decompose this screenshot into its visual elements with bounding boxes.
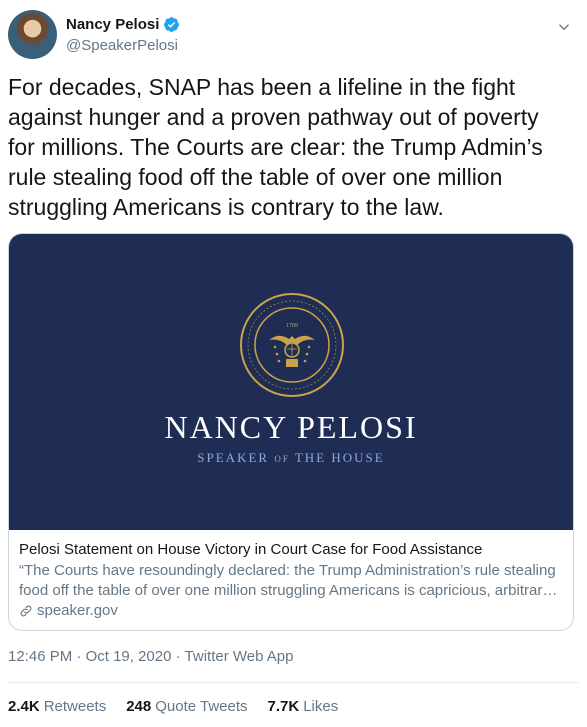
card-brand-sub-1: SPEAKER xyxy=(197,450,270,465)
divider xyxy=(8,682,579,683)
card-brand-subtitle: SPEAKER OF THE HOUSE xyxy=(9,450,573,466)
card-domain-row: speaker.gov xyxy=(19,601,564,621)
quote-tweets-stat[interactable]: 248 Quote Tweets xyxy=(126,698,247,715)
card-title[interactable]: Pelosi Statement on House Victory in Cou… xyxy=(19,540,564,560)
more-chevron-icon[interactable] xyxy=(553,16,575,38)
speaker-seal-icon: 1789 xyxy=(240,293,344,397)
quote-tweets-label: Quote Tweets xyxy=(155,698,248,715)
author-name-row: Nancy Pelosi xyxy=(66,16,180,33)
retweets-count: 2.4K xyxy=(8,698,40,715)
card-body[interactable]: Pelosi Statement on House Victory in Cou… xyxy=(19,540,564,621)
card-description: “The Courts have resoundingly declared: … xyxy=(19,562,556,599)
separator-dot: · xyxy=(76,648,86,665)
quote-tweets-count: 248 xyxy=(126,698,152,715)
likes-label: Likes xyxy=(303,698,339,715)
card-brand-sub-of: OF xyxy=(274,454,290,464)
retweets-label: Retweets xyxy=(43,698,107,715)
tweet-header: Nancy Pelosi @SpeakerPelosi xyxy=(8,8,579,64)
retweets-stat[interactable]: 2.4K Retweets xyxy=(8,698,106,715)
separator-dot: · xyxy=(175,648,185,665)
tweet-date[interactable]: Oct 19, 2020 xyxy=(86,648,172,665)
card-image[interactable]: 1789 NANCY PELOSI SPEAKER OF THE HOUSE xyxy=(9,234,573,530)
svg-text:1789: 1789 xyxy=(286,323,298,329)
link-icon xyxy=(20,605,32,617)
card-domain: speaker.gov xyxy=(37,602,118,619)
author-display-name[interactable]: Nancy Pelosi xyxy=(66,16,159,33)
link-preview-card[interactable]: 1789 NANCY PELOSI SPEAKER OF THE HOUSE P… xyxy=(8,233,574,631)
tweet-text: For decades, SNAP has been a lifeline in… xyxy=(8,74,543,220)
engagement-stats: 2.4K Retweets 248 Quote Tweets 7.7K Likes xyxy=(8,698,358,715)
likes-stat[interactable]: 7.7K Likes xyxy=(268,698,339,715)
author-handle[interactable]: @SpeakerPelosi xyxy=(66,37,178,54)
card-brand-sub-2: THE HOUSE xyxy=(294,450,385,465)
verified-badge-icon xyxy=(164,17,180,32)
tweet-source[interactable]: Twitter Web App xyxy=(185,648,294,665)
card-brand-name: NANCY PELOSI xyxy=(164,409,418,445)
timestamp-row: 12:46 PM · Oct 19, 2020 · Twitter Web Ap… xyxy=(8,648,294,665)
likes-count: 7.7K xyxy=(267,698,300,715)
avatar[interactable] xyxy=(8,10,57,59)
tweet-time[interactable]: 12:46 PM xyxy=(8,648,72,665)
